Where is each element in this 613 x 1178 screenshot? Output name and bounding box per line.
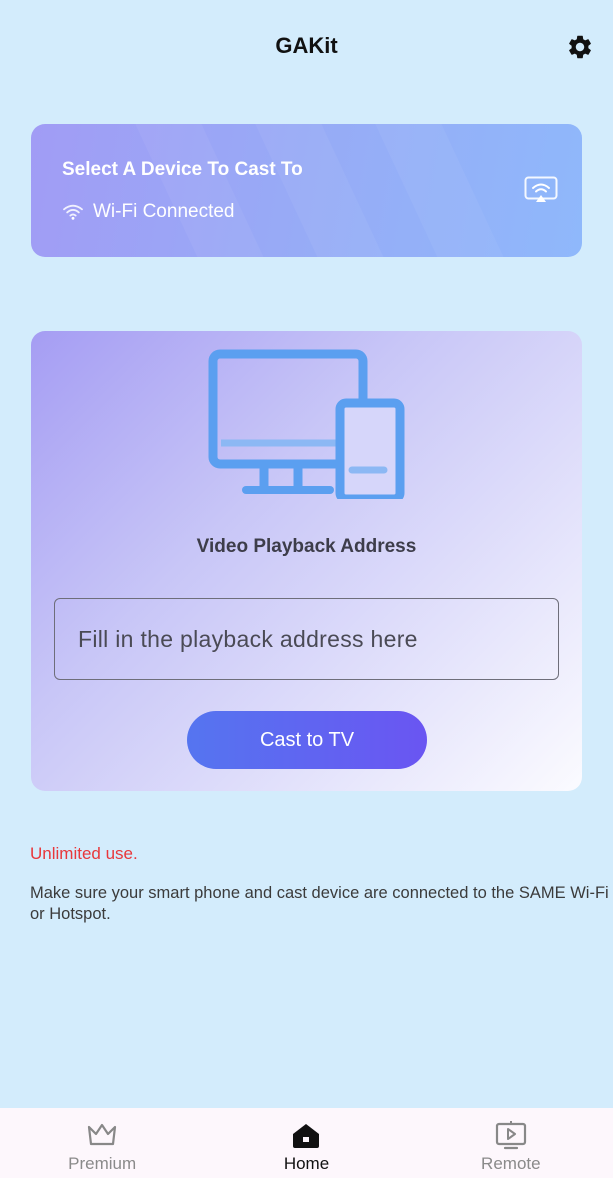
playback-address-input[interactable] [54, 598, 559, 680]
playback-card: Video Playback Address Cast to TV [31, 331, 582, 791]
gear-icon [569, 35, 591, 59]
app-header: GAKit [0, 0, 613, 94]
nav-item-remote[interactable]: Remote [409, 1108, 613, 1178]
usage-status-text: Unlimited use. [30, 844, 138, 863]
settings-button[interactable] [564, 31, 596, 63]
nav-label-home: Home [283, 1154, 330, 1173]
wifi-icon [63, 204, 83, 220]
wifi-status: Wi-Fi Connected [62, 201, 235, 223]
cast-to-tv-button[interactable]: Cast to TV [187, 711, 427, 769]
connection-notice: Make sure your smart phone and cast devi… [30, 884, 609, 923]
home-icon [293, 1124, 320, 1148]
card-decoration [367, 124, 515, 257]
select-device-card[interactable]: Select A Device To Cast To Wi-Fi Connect… [31, 124, 582, 257]
playback-address-label: Video Playback Address [196, 536, 417, 557]
nav-item-home[interactable]: Home [204, 1108, 408, 1178]
select-device-title: Select A Device To Cast To [62, 159, 303, 180]
nav-item-premium[interactable]: Premium [0, 1108, 204, 1178]
card-decoration [247, 124, 395, 257]
wifi-status-label: Wi-Fi Connected [93, 201, 235, 222]
monitor-and-phone-illustration [208, 349, 405, 499]
bottom-navigation: Premium Home Remote [0, 1108, 613, 1178]
crown-icon [88, 1123, 117, 1146]
nav-label-premium: Premium [68, 1154, 137, 1173]
remote-screen-icon [495, 1121, 526, 1150]
card-decoration [127, 124, 275, 257]
nav-label-remote: Remote [481, 1154, 541, 1173]
screen-cast-icon [524, 176, 558, 202]
app-title: GAKit [275, 33, 338, 58]
